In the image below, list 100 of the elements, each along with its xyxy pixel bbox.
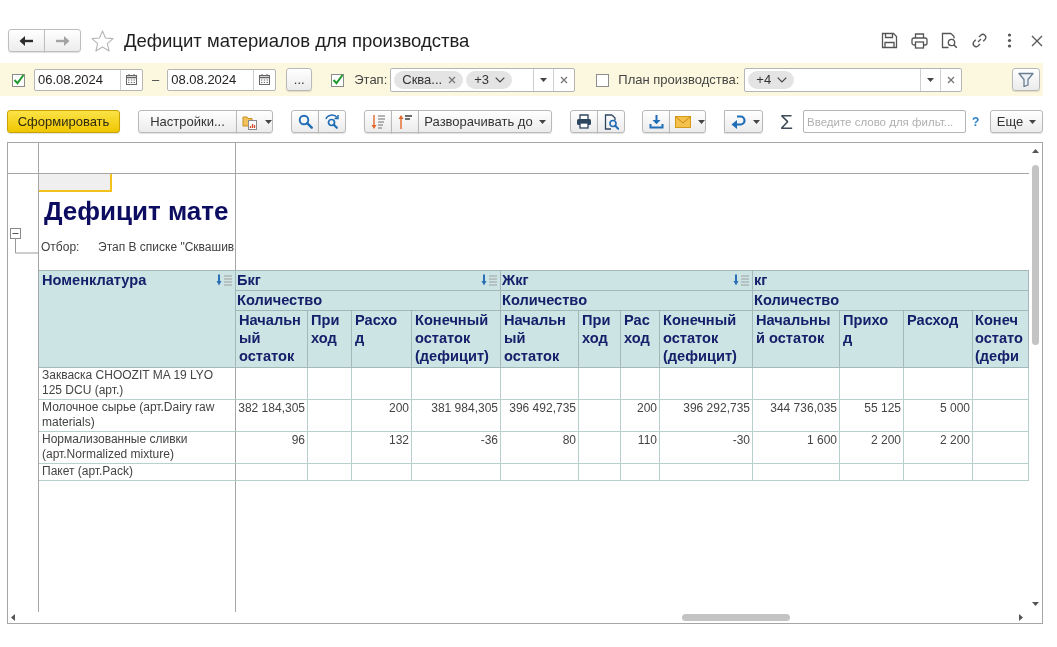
help-link[interactable]: ? [972, 114, 980, 129]
row-label: Нормализованные сливки (арт.Normalized mixture) [39, 432, 236, 464]
column-group-header: кг [754, 271, 768, 289]
calendar-icon[interactable] [126, 74, 137, 85]
multi-select-field[interactable]: +4 [744, 67, 963, 92]
column-header: Расход [621, 311, 660, 368]
sort-icon[interactable] [481, 274, 498, 286]
remove-icon [448, 75, 457, 84]
search-icon [297, 114, 313, 129]
filter-button[interactable] [1012, 68, 1040, 91]
report-variant-button[interactable] [236, 110, 273, 133]
column-group-header: Количество [236, 291, 501, 311]
date-field[interactable]: 06.08.2024 [34, 68, 143, 91]
caret-icon [540, 77, 548, 82]
save-icon[interactable] [881, 32, 898, 49]
column-header: Начальный остаток [236, 311, 308, 368]
table-cell [308, 432, 352, 464]
value-chip[interactable]: Сква... [394, 70, 464, 89]
table-cell [579, 368, 621, 400]
send-email-button[interactable] [669, 110, 706, 133]
filter-label: План производства: [618, 72, 740, 87]
sort-descending-icon [370, 113, 386, 130]
scroll-down-icon[interactable] [1032, 602, 1039, 606]
column-header: Конечный остаток (дефицит) [660, 311, 753, 368]
search-button[interactable] [291, 110, 319, 133]
filter-label: Этап: [354, 72, 388, 87]
table-cell [308, 400, 352, 432]
table-cell [904, 368, 973, 400]
search-field[interactable]: Введите слово для фильт... [803, 110, 966, 133]
clear-icon [947, 75, 956, 84]
save-to-file-button[interactable] [642, 110, 670, 133]
scroll-up-icon[interactable] [1032, 149, 1039, 153]
search-next-button[interactable] [318, 110, 346, 133]
sort-ascending-icon [397, 113, 413, 130]
table-cell: 344 736,035 [753, 400, 840, 432]
filter-caption: Отбор: [41, 240, 81, 254]
table-cell: 110 [621, 432, 660, 464]
sort-ascending-button[interactable] [391, 110, 419, 133]
date-field[interactable]: 08.08.2024 [167, 68, 277, 91]
table-cell [579, 432, 621, 464]
return-button[interactable] [724, 110, 763, 133]
table-cell: 396 492,735 [501, 400, 579, 432]
more-chip[interactable]: +4 [748, 70, 795, 89]
more-chip[interactable]: +3 [466, 70, 512, 89]
active-cell[interactable] [39, 174, 112, 192]
table-cell: -30 [660, 432, 753, 464]
table-cell: 2 200 [904, 432, 973, 464]
collapse-icon[interactable] [10, 228, 39, 254]
table-cell [621, 464, 660, 481]
back-button[interactable] [8, 29, 45, 52]
scrollbar-thumb[interactable] [1032, 165, 1039, 345]
checkbox[interactable] [596, 72, 611, 87]
more-button[interactable]: Еще [990, 110, 1043, 133]
table-cell [840, 464, 904, 481]
column-header: Приход [308, 311, 352, 368]
column-group-header: Бкг [237, 271, 261, 289]
multi-select-field[interactable]: Сква... +3 [390, 67, 576, 92]
caret-icon [1029, 119, 1037, 124]
preview-icon [603, 113, 619, 130]
table-cell: 382 184,305 [236, 400, 308, 432]
dash-separator: – [152, 72, 160, 87]
table-cell [904, 464, 973, 481]
settings-button[interactable]: Настройки... [138, 110, 237, 133]
table-cell: -36 [412, 432, 501, 464]
window-title: Дефицит материалов для производства [124, 29, 470, 52]
period-button[interactable]: ... [286, 68, 313, 91]
preview-icon[interactable] [941, 32, 958, 49]
sum-button[interactable]: Σ [780, 110, 793, 133]
column-header: Начальный остаток [501, 311, 579, 368]
sort-icon[interactable] [216, 274, 233, 286]
table-cell: 200 [621, 400, 660, 432]
scroll-right-icon[interactable] [1019, 614, 1023, 621]
sort-icon[interactable] [733, 274, 750, 286]
chevron-down-icon [495, 76, 505, 83]
expand-to-button[interactable]: Разворачивать до [418, 110, 552, 133]
scrollbar-thumb[interactable] [682, 614, 790, 621]
table-cell [621, 368, 660, 400]
table-cell [308, 464, 352, 481]
table-cell: 55 125 [840, 400, 904, 432]
table-cell: 96 [236, 432, 308, 464]
preview-button[interactable] [597, 110, 625, 133]
star-icon[interactable] [91, 29, 114, 52]
close-icon[interactable] [1031, 34, 1043, 47]
checkbox[interactable] [12, 72, 26, 87]
clear-icon [560, 75, 569, 84]
checkbox[interactable] [331, 72, 346, 87]
table-cell: 80 [501, 432, 579, 464]
scroll-left-icon[interactable] [11, 614, 15, 621]
print-button[interactable] [570, 110, 598, 133]
generate-button[interactable]: Сформировать [7, 110, 120, 133]
link-icon[interactable] [971, 32, 988, 49]
caret-icon [538, 119, 546, 124]
column-header: Конечный остаток (дефицит) [412, 311, 501, 368]
caret-icon [264, 119, 272, 124]
row-label: Закваска CHOOZIT MA 19 LYO 125 DCU (арт.) [39, 368, 236, 400]
column-header: Расход [904, 311, 973, 368]
printer-icon[interactable] [911, 32, 928, 49]
calendar-icon[interactable] [259, 74, 271, 85]
filter-description: Этап В списке "Сквашив [98, 240, 235, 254]
table-cell [840, 368, 904, 400]
